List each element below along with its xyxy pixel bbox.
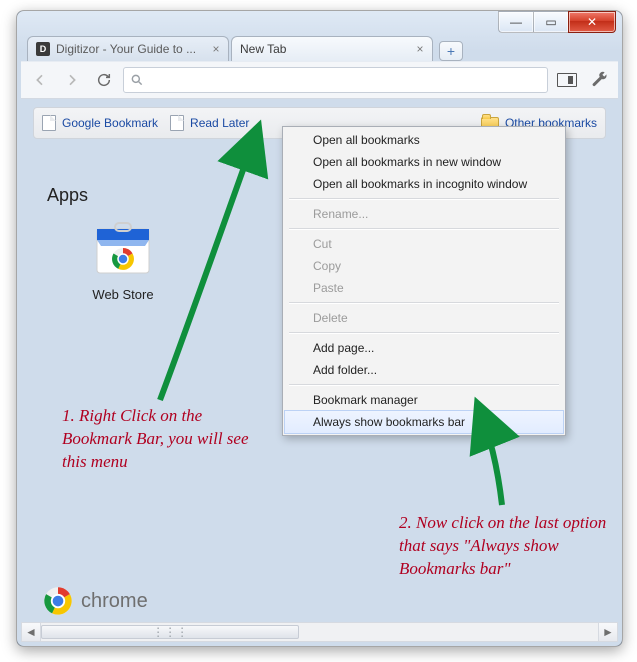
horizontal-scrollbar[interactable]: ◄ ⋮⋮⋮ ► [21,622,618,642]
annotation-step-1: 1. Right Click on the Bookmark Bar, you … [62,405,272,474]
menu-delete[interactable]: Delete [285,307,563,329]
back-button[interactable] [27,67,53,93]
search-icon [130,73,144,87]
menu-separator [289,384,559,386]
tab-new-tab[interactable]: New Tab × [231,36,433,61]
omnibox[interactable] [123,67,548,93]
address-input[interactable] [150,72,541,88]
tab-strip: D Digitizor - Your Guide to ... × New Ta… [27,35,612,61]
bookmarks-context-menu: Open all bookmarks Open all bookmarks in… [282,126,566,436]
forward-button[interactable] [59,67,85,93]
page-icon [170,115,184,131]
annotation-step-2: 2. Now click on the last option that say… [399,512,614,581]
wrench-icon [590,71,608,89]
maximize-button[interactable]: ▭ [533,11,569,33]
panels-icon [557,73,577,87]
page-icon [42,115,56,131]
menu-open-all-new-window[interactable]: Open all bookmarks in new window [285,151,563,173]
scroll-right-button[interactable]: ► [598,623,617,641]
scrollbar-track[interactable]: ⋮⋮⋮ [41,623,598,641]
panels-toggle-button[interactable] [554,67,580,93]
scroll-left-button[interactable]: ◄ [22,623,41,641]
menu-always-show-bookmarks-bar[interactable]: Always show bookmarks bar [285,411,563,433]
window-controls: — ▭ ✕ [499,11,616,33]
menu-paste[interactable]: Paste [285,277,563,299]
minimize-icon: — [510,15,522,29]
menu-cut[interactable]: Cut [285,233,563,255]
menu-add-page[interactable]: Add page... [285,337,563,359]
grip-icon: ⋮⋮⋮ [152,625,188,639]
new-tab-button[interactable]: + [439,41,463,61]
menu-rename[interactable]: Rename... [285,203,563,225]
menu-separator [289,332,559,334]
menu-open-all[interactable]: Open all bookmarks [285,129,563,151]
bookmark-google-bookmark[interactable]: Google Bookmark [42,115,158,131]
chrome-logo-icon [43,586,73,616]
close-window-button[interactable]: ✕ [568,11,616,33]
tab-close-button[interactable]: × [210,43,222,55]
toolbar [21,61,618,99]
bookmark-label: Google Bookmark [62,116,158,130]
bookmark-label: Read Later [190,116,249,130]
scrollbar-thumb[interactable]: ⋮⋮⋮ [41,625,299,639]
tab-label: New Tab [240,42,286,56]
app-web-store[interactable]: Web Store [73,221,173,302]
menu-separator [289,198,559,200]
tab-label: Digitizor - Your Guide to ... [56,42,196,56]
apps-heading: Apps [47,185,88,206]
menu-open-all-incognito[interactable]: Open all bookmarks in incognito window [285,173,563,195]
branding-label: chrome [81,590,148,613]
menu-separator [289,302,559,304]
app-label: Web Store [73,287,173,302]
menu-copy[interactable]: Copy [285,255,563,277]
tab-close-button[interactable]: × [414,43,426,55]
tab-digitizor[interactable]: D Digitizor - Your Guide to ... × [27,36,229,61]
settings-button[interactable] [586,67,612,93]
menu-add-folder[interactable]: Add folder... [285,359,563,381]
close-icon: ✕ [587,15,597,29]
menu-separator [289,228,559,230]
menu-bookmark-manager[interactable]: Bookmark manager [285,389,563,411]
chrome-branding: chrome [43,586,148,616]
back-icon [32,72,48,88]
plus-icon: + [447,43,455,59]
maximize-icon: ▭ [545,15,556,29]
forward-icon [64,72,80,88]
reload-button[interactable] [91,67,117,93]
web-store-icon [91,221,155,277]
minimize-button[interactable]: — [498,11,534,33]
reload-icon [96,72,112,88]
favicon-digitizor-icon: D [36,42,50,56]
bookmark-read-later[interactable]: Read Later [170,115,249,131]
